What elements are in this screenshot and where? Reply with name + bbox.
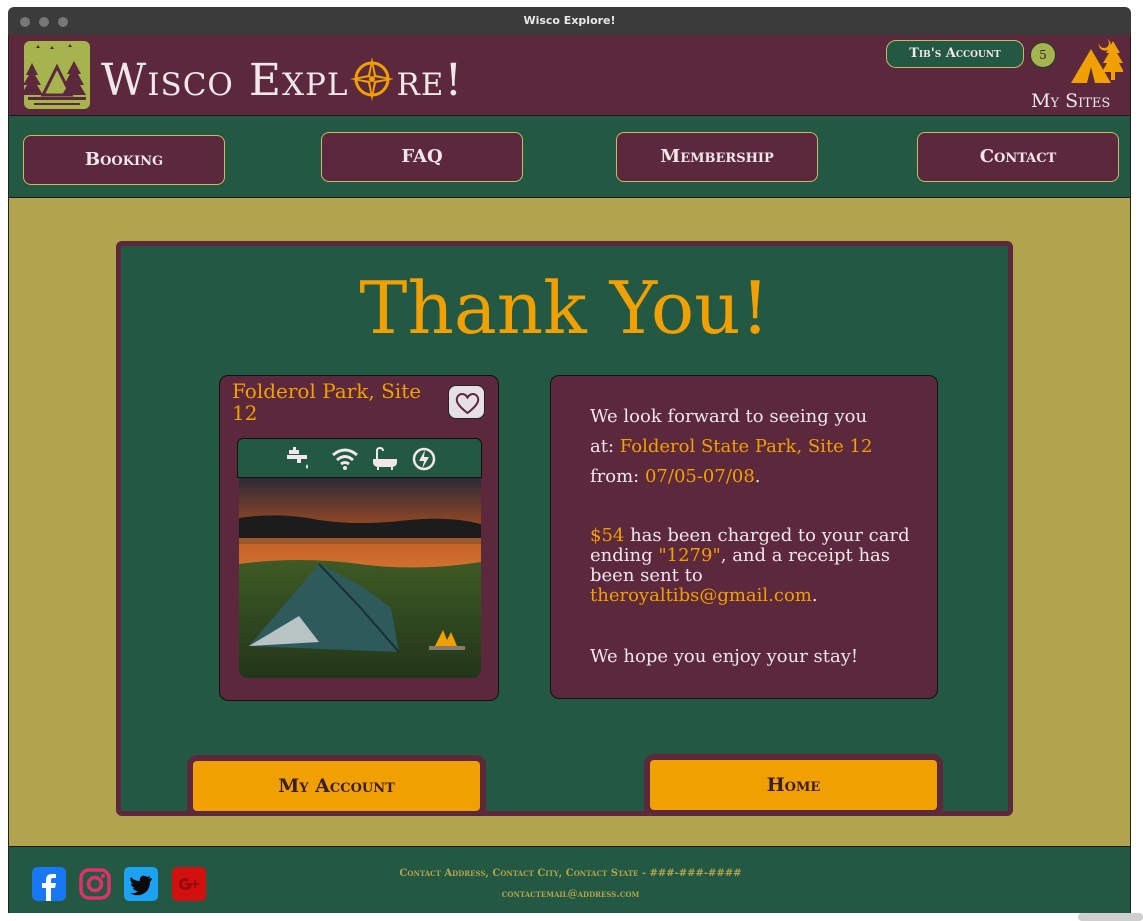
app-viewport: Wisco Expl re! Tib's Account 5 My Sites … xyxy=(8,35,1131,913)
charge-amount: $54 xyxy=(590,525,625,546)
compass-icon xyxy=(350,57,395,101)
window-titlebar: Wisco Explore! xyxy=(8,7,1131,35)
my-account-button[interactable]: My Account xyxy=(193,761,480,811)
info-line-1: We look forward to seeing you xyxy=(590,406,868,427)
info-from-prefix: from: xyxy=(590,466,645,487)
charge-text-c: , and a receipt has xyxy=(720,545,891,566)
heart-icon xyxy=(455,393,480,415)
wifi-icon xyxy=(332,448,358,470)
thank-you-heading: Thank You! xyxy=(359,266,770,350)
favorite-button[interactable] xyxy=(448,385,485,419)
site-title[interactable]: Wisco Expl re! xyxy=(101,55,463,106)
my-account-button-frame: My Account xyxy=(187,755,486,815)
amenities-bar xyxy=(237,438,482,478)
home-button-frame: Home xyxy=(644,754,943,814)
campsite-logo-icon[interactable] xyxy=(24,41,90,109)
booking-location: Folderol State Park, Site 12 xyxy=(619,436,873,457)
my-sites-link[interactable]: My Sites xyxy=(1031,90,1110,112)
charge-paragraph: $54 has been charged to your card ending… xyxy=(590,526,910,606)
electric-hookup-icon xyxy=(412,447,436,471)
sites-count-badge[interactable]: 5 xyxy=(1030,42,1056,68)
charge-text-d: been sent to xyxy=(590,565,703,586)
site-footer: Contact Address, Contact City, Contact S… xyxy=(9,846,1130,913)
tent-icon[interactable] xyxy=(1069,37,1123,87)
home-button[interactable]: Home xyxy=(650,760,937,810)
nav-faq-button[interactable]: FAQ xyxy=(321,132,523,182)
campsite-photo xyxy=(239,478,481,678)
main-navigation: Booking FAQ Membership Contact xyxy=(9,116,1130,198)
site-title-part1: Wisco xyxy=(101,55,249,106)
charge-text-b: ending xyxy=(590,545,659,566)
footer-address: Contact Address, Contact City, Contact S… xyxy=(399,868,742,879)
horizontal-scrollbar[interactable] xyxy=(1078,913,1143,921)
site-title-part2: Expl xyxy=(248,55,349,106)
booking-dates: 07/05-07/08 xyxy=(644,466,755,487)
receipt-email: theroyaltibs@gmail.com xyxy=(590,585,812,606)
nav-booking-button[interactable]: Booking xyxy=(23,135,225,185)
email-period: . xyxy=(811,585,818,606)
campsite-title: Folderol Park, Site 12 xyxy=(232,379,422,425)
water-tap-icon xyxy=(287,447,308,469)
booking-details-panel: We look forward to seeing you at: Folder… xyxy=(550,375,938,699)
window-title: Wisco Explore! xyxy=(523,14,616,27)
confirmation-card: Thank You! Folderol Park, Site 12 We loo… xyxy=(116,241,1013,816)
nav-membership-button[interactable]: Membership xyxy=(616,132,818,182)
card-ending: "1279" xyxy=(658,545,721,566)
bathtub-icon xyxy=(373,446,397,470)
site-title-part3: re! xyxy=(396,55,464,106)
charge-text-a: has been charged to your card xyxy=(624,525,910,546)
info-period: . xyxy=(754,466,761,487)
nav-contact-button[interactable]: Contact xyxy=(917,132,1119,182)
closing-message: We hope you enjoy your stay! xyxy=(590,646,859,667)
site-header: Wisco Expl re! Tib's Account 5 My Sites xyxy=(9,35,1130,116)
info-line-3: from: 07/05-07/08. xyxy=(590,466,761,487)
footer-email[interactable]: contactemail@address.com xyxy=(9,889,1130,900)
account-button[interactable]: Tib's Account xyxy=(886,40,1024,68)
info-at-prefix: at: xyxy=(590,436,620,457)
info-line-2: at: Folderol State Park, Site 12 xyxy=(590,436,872,457)
campsite-card: Folderol Park, Site 12 xyxy=(219,375,499,701)
